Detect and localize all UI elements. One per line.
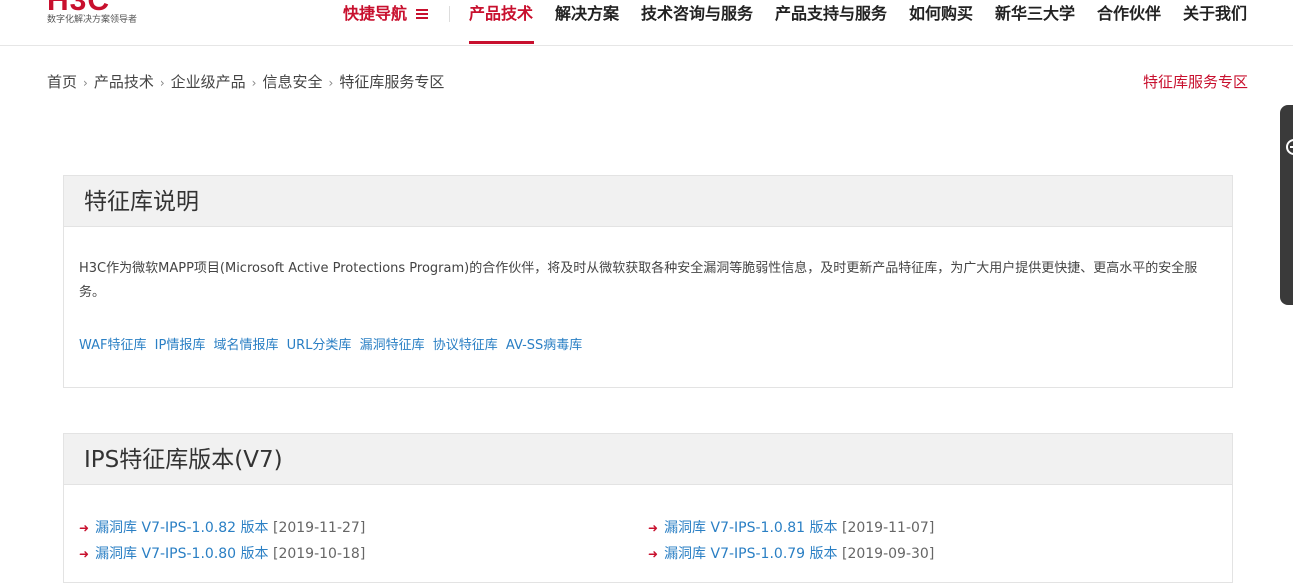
link-av-virus[interactable]: AV-SS病毒库 — [506, 338, 582, 353]
side-tab-icon — [1286, 139, 1293, 155]
signature-description-panel: 特征库说明 H3C作为微软MAPP项目(Microsoft Active Pro… — [63, 175, 1233, 388]
version-date: [2019-11-07] — [842, 520, 935, 536]
breadcrumb-enterprise[interactable]: 企业级产品 — [171, 73, 246, 91]
version-link[interactable]: 漏洞库 V7-IPS-1.0.81 版本 — [664, 520, 837, 536]
breadcrumb-products[interactable]: 产品技术 — [94, 73, 154, 91]
version-link[interactable]: 漏洞库 V7-IPS-1.0.82 版本 — [95, 520, 268, 536]
side-float-tab[interactable] — [1280, 105, 1293, 305]
nav-item-products[interactable]: 产品技术 — [469, 4, 533, 24]
description-text: H3C作为微软MAPP项目(Microsoft Active Protectio… — [79, 261, 1198, 300]
signature-zone-link[interactable]: 特征库服务专区 — [1143, 72, 1248, 92]
nav-item-partners[interactable]: 合作伙伴 — [1097, 4, 1161, 24]
nav-item-about[interactable]: 关于我们 — [1183, 4, 1247, 24]
panel-title: 特征库说明 — [84, 189, 199, 215]
panel-header: IPS特征库版本(V7) — [64, 434, 1232, 485]
signature-library-links: WAF特征库 IP情报库 域名情报库 URL分类库 漏洞特征库 协议特征库 AV… — [79, 336, 586, 356]
breadcrumb: 首页 › 产品技术 › 企业级产品 › 信息安全 › 特征库服务专区 — [47, 72, 444, 93]
logo-tagline: 数字化解决方案领导者 — [47, 15, 138, 25]
panel-header: 特征库说明 — [64, 176, 1232, 227]
link-protocol-signature[interactable]: 协议特征库 — [433, 338, 498, 353]
arrow-right-icon: ➜ — [648, 521, 659, 535]
ips-version-panel: IPS特征库版本(V7) ➜ 漏洞库 V7-IPS-1.0.82 版本 [2019… — [63, 433, 1233, 583]
nav-divider — [449, 6, 450, 22]
breadcrumb-home[interactable]: 首页 — [47, 73, 77, 91]
nav-item-how-to-buy[interactable]: 如何购买 — [909, 4, 973, 24]
chevron-right-icon: › — [159, 76, 165, 90]
version-date: [2019-10-18] — [273, 546, 366, 562]
arrow-right-icon: ➜ — [79, 521, 90, 535]
version-link[interactable]: 漏洞库 V7-IPS-1.0.80 版本 — [95, 546, 268, 562]
chevron-right-icon: › — [328, 76, 334, 90]
arrow-right-icon: ➜ — [648, 547, 659, 561]
chevron-right-icon: › — [251, 76, 257, 90]
nav-item-consulting[interactable]: 技术咨询与服务 — [641, 4, 753, 24]
version-item[interactable]: ➜ 漏洞库 V7-IPS-1.0.81 版本 [2019-11-07] — [648, 518, 934, 538]
breadcrumb-current: 特征库服务专区 — [339, 73, 445, 91]
breadcrumb-security[interactable]: 信息安全 — [262, 73, 322, 91]
arrow-right-icon: ➜ — [79, 547, 90, 561]
nav-item-support[interactable]: 产品支持与服务 — [775, 4, 887, 24]
chevron-right-icon: › — [83, 76, 88, 90]
link-waf[interactable]: WAF特征库 — [79, 338, 147, 353]
version-date: [2019-11-27] — [273, 520, 366, 536]
nav-quick-nav[interactable]: 快捷导航 — [343, 4, 407, 24]
link-url-category[interactable]: URL分类库 — [287, 338, 352, 353]
link-ip-intel[interactable]: IP情报库 — [155, 338, 206, 353]
h3c-logo[interactable]: H3C 数字化解决方案领导者 — [47, 0, 157, 28]
version-link[interactable]: 漏洞库 V7-IPS-1.0.79 版本 — [664, 546, 837, 562]
version-date: [2019-09-30] — [842, 546, 935, 562]
nav-active-underline — [469, 41, 534, 44]
nav-item-solutions[interactable]: 解决方案 — [555, 4, 619, 24]
site-header: H3C 数字化解决方案领导者 快捷导航 产品技术 解决方案 技术咨询与服务 产品… — [0, 0, 1293, 46]
version-item[interactable]: ➜ 漏洞库 V7-IPS-1.0.82 版本 [2019-11-27] — [79, 518, 365, 538]
link-domain-intel[interactable]: 域名情报库 — [213, 338, 278, 353]
nav-item-university[interactable]: 新华三大学 — [995, 4, 1075, 24]
version-item[interactable]: ➜ 漏洞库 V7-IPS-1.0.80 版本 [2019-10-18] — [79, 544, 365, 564]
menu-icon[interactable] — [416, 9, 428, 19]
link-vuln-signature[interactable]: 漏洞特征库 — [360, 338, 425, 353]
panel-title: IPS特征库版本(V7) — [84, 447, 283, 473]
version-item[interactable]: ➜ 漏洞库 V7-IPS-1.0.79 版本 [2019-09-30] — [648, 544, 934, 564]
